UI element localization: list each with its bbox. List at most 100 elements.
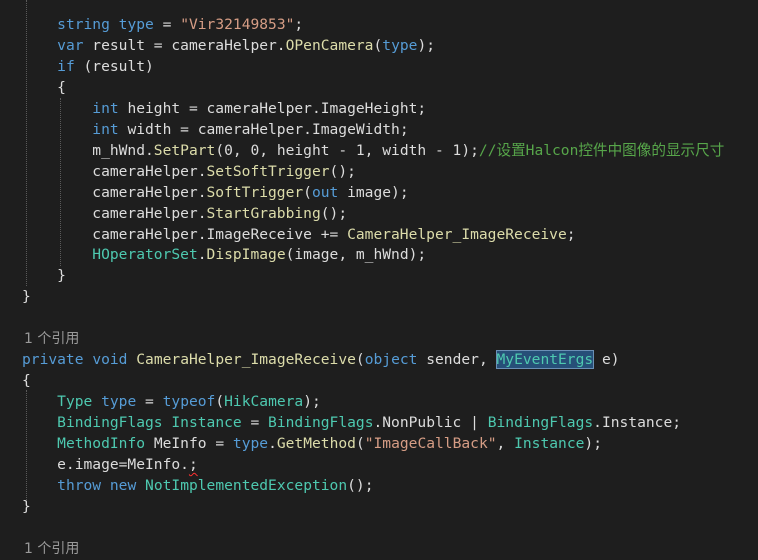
code-line[interactable]: { bbox=[22, 77, 66, 98]
code-token: ; bbox=[294, 16, 304, 33]
code-token: GetMethod bbox=[276, 435, 356, 452]
code-token: HOperatorSet bbox=[92, 246, 198, 264]
code-token: ); bbox=[303, 393, 321, 411]
codelens-reference-count[interactable]: 1 个引用 bbox=[24, 541, 79, 557]
code-token: type bbox=[118, 16, 154, 33]
code-line[interactable]: m_hWnd.SetPart(0, 0, height - 1, width -… bbox=[22, 140, 724, 161]
code-token: //设置Halcon控件中图像的显示尺寸 bbox=[478, 141, 725, 159]
code-line[interactable]: 1 个引用 bbox=[24, 328, 79, 349]
code-token: (); bbox=[320, 204, 348, 222]
code-token: cameraHelper.ImageReceive += bbox=[22, 225, 348, 243]
code-token: private bbox=[22, 351, 84, 369]
code-line[interactable]: BindingFlags Instance = BindingFlags.Non… bbox=[22, 412, 681, 433]
code-token: = bbox=[153, 16, 181, 33]
code-line[interactable]: throw new NotImplementedException(); bbox=[22, 475, 373, 496]
code-token: result = cameraHelper. bbox=[83, 36, 286, 54]
code-line[interactable]: if (result) bbox=[22, 56, 154, 77]
code-token: } bbox=[22, 288, 31, 306]
code-token: ( bbox=[355, 351, 365, 369]
code-line[interactable]: int width = cameraHelper.ImageWidth; bbox=[22, 119, 408, 140]
code-line[interactable]: 1 个引用 bbox=[24, 538, 79, 559]
code-token: HikCamera bbox=[224, 393, 304, 411]
code-token: = bbox=[136, 393, 163, 411]
code-token: .NonPublic | bbox=[373, 414, 488, 432]
code-token: cameraHelper. bbox=[22, 183, 207, 201]
code-editor[interactable]: string type = "Vir32149853"; var result … bbox=[0, 0, 758, 557]
code-token: BindingFlags bbox=[487, 414, 594, 432]
code-token: .Instance; bbox=[593, 414, 682, 432]
code-line[interactable]: var result = cameraHelper.OPenCamera(typ… bbox=[22, 35, 435, 56]
code-token: DispImage bbox=[206, 246, 286, 264]
code-token: int bbox=[92, 120, 119, 138]
code-line[interactable]: } bbox=[22, 286, 31, 307]
code-token: type bbox=[232, 435, 269, 452]
code-token: type bbox=[101, 393, 137, 411]
code-token: { bbox=[22, 372, 31, 390]
code-token: out bbox=[311, 183, 339, 201]
code-token: CameraHelper_ImageReceive bbox=[347, 225, 567, 243]
code-line[interactable]: cameraHelper.StartGrabbing(); bbox=[22, 203, 347, 224]
code-line[interactable]: e.image=MeInfo.; bbox=[22, 454, 198, 475]
code-token: (); bbox=[329, 162, 356, 180]
highlighted-symbol: MyEventErgs bbox=[495, 350, 595, 370]
code-token: object bbox=[364, 351, 418, 369]
code-line[interactable]: } bbox=[22, 496, 31, 517]
code-token: type bbox=[382, 36, 418, 54]
code-token: cameraHelper. bbox=[22, 162, 207, 180]
code-token: height = cameraHelper.ImageHeight; bbox=[118, 99, 427, 117]
code-token: SetSoftTrigger bbox=[206, 162, 330, 180]
code-token: if bbox=[57, 57, 75, 75]
code-token: int bbox=[92, 99, 119, 117]
code-token: SetPart bbox=[153, 141, 216, 159]
code-token: Type bbox=[57, 393, 93, 411]
code-token: Instance bbox=[514, 435, 585, 452]
code-token: (result) bbox=[74, 57, 154, 75]
code-line[interactable]: cameraHelper.ImageReceive += CameraHelpe… bbox=[22, 224, 576, 245]
code-line[interactable]: cameraHelper.SetSoftTrigger(); bbox=[22, 161, 356, 182]
code-token: MethodInfo bbox=[57, 435, 146, 452]
code-token: BindingFlags bbox=[268, 414, 374, 432]
code-token: OPenCamera bbox=[285, 36, 374, 54]
code-token: throw bbox=[57, 476, 102, 494]
code-token: ; bbox=[566, 225, 576, 243]
code-token: e.image=MeInfo. bbox=[22, 455, 189, 473]
code-token: var bbox=[57, 36, 84, 54]
code-token: ; bbox=[188, 455, 198, 473]
code-token: sender, bbox=[417, 351, 497, 369]
code-line[interactable]: HOperatorSet.DispImage(image, m_hWnd); bbox=[22, 244, 426, 265]
code-token: MeInfo = bbox=[145, 435, 233, 452]
code-line[interactable]: MethodInfo MeInfo = type.GetMethod("Imag… bbox=[22, 433, 602, 454]
code-line[interactable]: { bbox=[22, 370, 31, 391]
code-line[interactable]: int height = cameraHelper.ImageHeight; bbox=[22, 98, 426, 119]
code-token: "ImageCallBack" bbox=[364, 435, 497, 452]
code-line[interactable]: Type type = typeof(HikCamera); bbox=[22, 391, 321, 412]
code-token: "Vir32149853" bbox=[180, 16, 295, 33]
code-line[interactable]: private void CameraHelper_ImageReceive(o… bbox=[22, 349, 620, 370]
code-token: cameraHelper. bbox=[22, 204, 207, 222]
code-line[interactable]: } bbox=[22, 265, 66, 286]
code-token: ( bbox=[303, 183, 312, 201]
code-token: { bbox=[22, 78, 66, 96]
code-token: , bbox=[496, 435, 515, 452]
codelens-reference-count[interactable]: 1 个引用 bbox=[24, 331, 79, 347]
code-line[interactable]: cameraHelper.SoftTrigger(out image); bbox=[22, 182, 408, 203]
code-line[interactable]: string type = "Vir32149853"; bbox=[22, 14, 303, 35]
code-token: new bbox=[109, 476, 137, 494]
code-token: ); bbox=[584, 435, 602, 452]
code-token: ( bbox=[355, 435, 365, 452]
code-token: StartGrabbing bbox=[206, 204, 321, 222]
